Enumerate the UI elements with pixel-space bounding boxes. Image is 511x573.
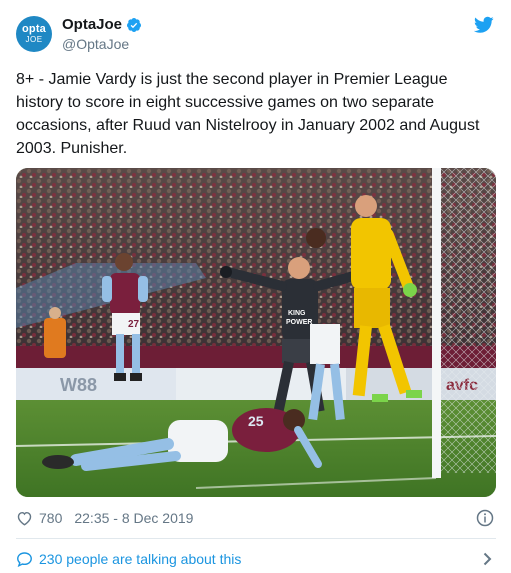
shirt-sponsor-line2: POWER [286, 319, 312, 326]
football-match-photo: W88 avfc 27 [16, 168, 496, 497]
author-display-name[interactable]: OptaJoe [62, 15, 122, 35]
conversation-text[interactable]: 230 people are talking about this [39, 551, 241, 567]
like-count[interactable]: 780 [39, 510, 62, 526]
tweet-header: opta JOE OptaJoe @OptaJoe [16, 14, 496, 56]
crowd-texture [16, 168, 496, 353]
author-display-name-row[interactable]: OptaJoe [62, 15, 142, 35]
claret-wall [16, 346, 496, 370]
avatar-text-bottom: JOE [25, 35, 43, 44]
twitter-bird-icon[interactable] [474, 16, 494, 34]
player-number-25: 25 [248, 413, 264, 429]
verified-badge-icon [127, 18, 142, 32]
goal-net [436, 168, 496, 473]
tweet-photo[interactable]: W88 avfc 27 [16, 168, 496, 497]
heart-icon[interactable] [16, 510, 33, 526]
avatar[interactable]: opta JOE [16, 16, 52, 52]
tweet-card: opta JOE OptaJoe @OptaJoe 8+ - Jamie Var… [0, 0, 511, 573]
avatar-text-top: opta [21, 23, 47, 35]
info-icon[interactable] [476, 509, 494, 527]
tweet-timestamp[interactable]: 22:35 - 8 Dec 2019 [74, 510, 193, 526]
tweet-meta: 780 22:35 - 8 Dec 2019 [16, 508, 496, 528]
conversation-link[interactable]: 230 people are talking about this [16, 548, 496, 570]
goal-post [432, 168, 441, 478]
chevron-right-icon[interactable] [483, 552, 492, 566]
player-number-27: 27 [128, 319, 140, 330]
speech-bubble-icon [17, 552, 32, 567]
author-names: OptaJoe @OptaJoe [62, 15, 142, 54]
author-handle[interactable]: @OptaJoe [62, 35, 142, 54]
divider [16, 538, 496, 539]
ad-board-text: W88 [60, 375, 97, 395]
tweet-text: 8+ - Jamie Vardy is just the second play… [16, 71, 480, 157]
shirt-sponsor-line1: KING [288, 310, 306, 317]
